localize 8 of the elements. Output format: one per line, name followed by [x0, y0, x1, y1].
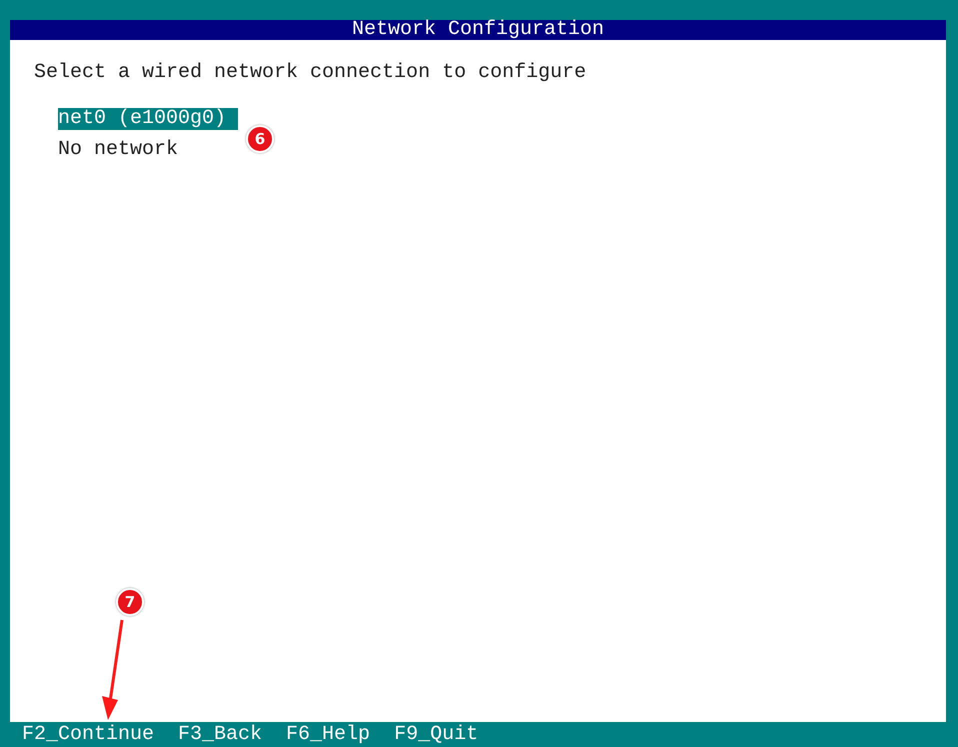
connection-item[interactable]: No network — [58, 139, 190, 161]
function-key[interactable]: F3_Back — [178, 724, 262, 746]
prompt-text: Select a wired network connection to configure — [34, 62, 588, 84]
window-title: Network Configuration — [10, 20, 946, 40]
function-key[interactable]: F6_Help — [286, 724, 370, 746]
function-key[interactable]: F2_Continue — [22, 724, 154, 746]
connection-item[interactable]: net0 (e1000g0) — [58, 108, 238, 130]
function-key[interactable]: F9_Quit — [394, 724, 478, 746]
